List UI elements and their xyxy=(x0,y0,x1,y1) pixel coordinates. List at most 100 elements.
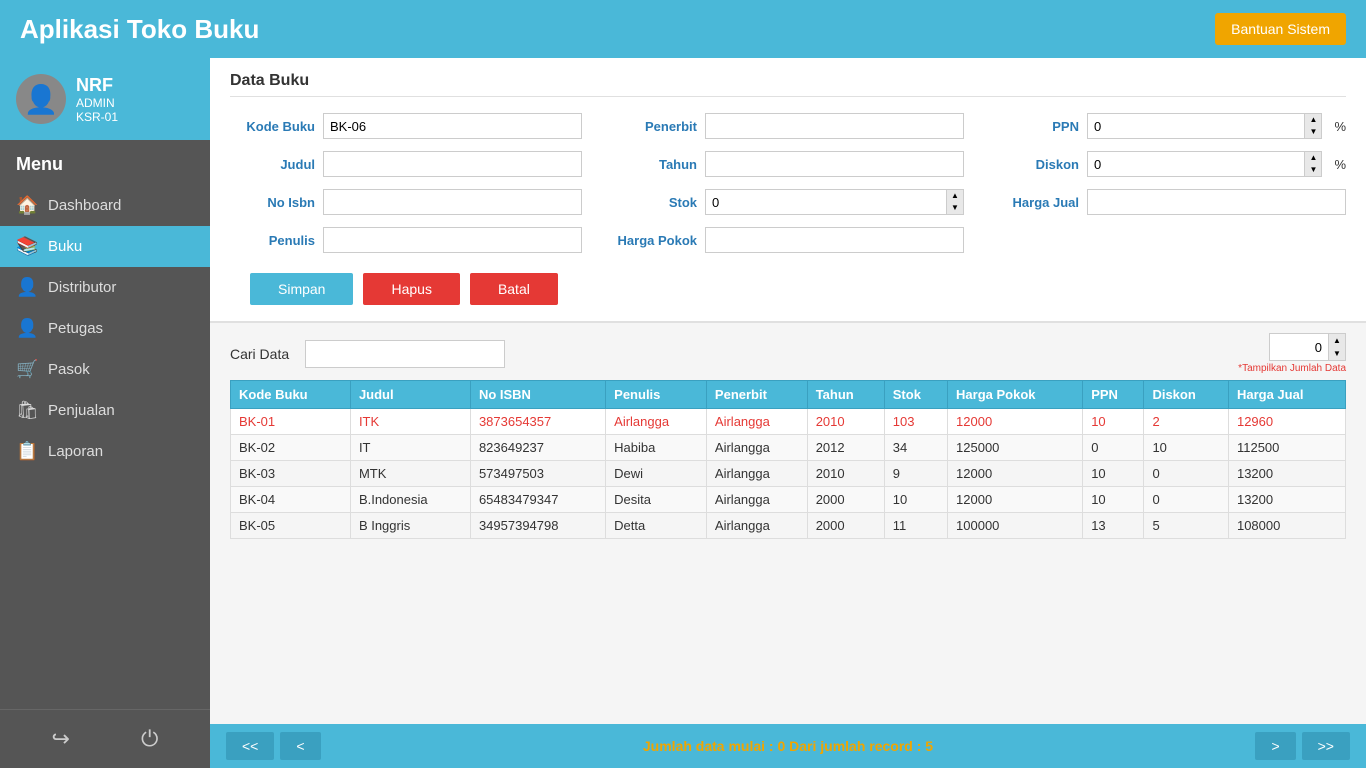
sidebar-item-dashboard[interactable]: 🏠 Dashboard xyxy=(0,185,210,226)
stok-up-btn[interactable]: ▲ xyxy=(947,190,963,202)
penerbit-row: Penerbit xyxy=(612,113,964,139)
search-label: Cari Data xyxy=(230,346,289,362)
diskon-up-btn[interactable]: ▲ xyxy=(1305,152,1321,164)
panel-title: Data Buku xyxy=(230,72,1346,97)
first-page-button[interactable]: << xyxy=(226,732,274,760)
last-page-button[interactable]: >> xyxy=(1302,732,1350,760)
ppn-input[interactable] xyxy=(1087,113,1305,139)
show-count-down-btn[interactable]: ▼ xyxy=(1329,347,1345,360)
sidebar-item-petugas[interactable]: 👤 Petugas xyxy=(0,308,210,349)
sidebar: 👤 NRF ADMIN KSR-01 Menu 🏠 Dashboard 📚 Bu… xyxy=(0,58,210,768)
diskon-unit: % xyxy=(1334,157,1346,172)
logout-icon[interactable]: ↪ xyxy=(52,726,70,752)
tahun-input[interactable] xyxy=(705,151,964,177)
sidebar-item-laporan[interactable]: 📋 Laporan xyxy=(0,431,210,472)
content-area: Data Buku Kode Buku Judul No Isbn xyxy=(210,58,1366,768)
judul-input[interactable] xyxy=(323,151,582,177)
user-name: NRF xyxy=(76,75,118,96)
harga-pokok-input[interactable] xyxy=(705,227,964,253)
harga-pokok-label: Harga Pokok xyxy=(612,233,697,248)
no-isbn-input[interactable] xyxy=(323,189,582,215)
sidebar-item-label-penjualan: Penjualan xyxy=(48,402,115,419)
data-buku-panel: Data Buku Kode Buku Judul No Isbn xyxy=(210,58,1366,323)
diskon-spinner: ▲ ▼ xyxy=(1087,151,1322,177)
sidebar-item-pasok[interactable]: 🛒 Pasok xyxy=(0,349,210,390)
ppn-spinner-btns: ▲ ▼ xyxy=(1305,113,1322,139)
search-input[interactable] xyxy=(305,340,505,368)
pagination-bar: << < Jumlah data mulai : 0 Dari jumlah r… xyxy=(210,724,1366,768)
harga-jual-row: Harga Jual xyxy=(994,189,1346,215)
harga-jual-label: Harga Jual xyxy=(994,195,1079,210)
table-header: Kode Buku Judul No ISBN Penulis Penerbit… xyxy=(231,381,1346,409)
penerbit-input[interactable] xyxy=(705,113,964,139)
pasok-icon: 🛒 xyxy=(16,359,38,380)
ppn-up-btn[interactable]: ▲ xyxy=(1305,114,1321,126)
kode-buku-input[interactable] xyxy=(323,113,582,139)
batal-button[interactable]: Batal xyxy=(470,273,558,305)
ppn-spinner: ▲ ▼ xyxy=(1087,113,1322,139)
col-penulis: Penulis xyxy=(606,381,707,409)
sidebar-item-label-buku: Buku xyxy=(48,238,82,255)
header: Aplikasi Toko Buku Bantuan Sistem xyxy=(0,0,1366,58)
button-row: Simpan Hapus Batal xyxy=(230,273,1346,305)
table-body: BK-01ITK3873654357AirlanggaAirlangga2010… xyxy=(231,409,1346,539)
col-no-isbn: No ISBN xyxy=(470,381,605,409)
col-kode-buku: Kode Buku xyxy=(231,381,351,409)
col-judul: Judul xyxy=(350,381,470,409)
sidebar-item-label-petugas: Petugas xyxy=(48,320,103,337)
sidebar-item-label-laporan: Laporan xyxy=(48,443,103,460)
table-section: Cari Data ▲ ▼ *Tampilkan Jumlah Data xyxy=(210,323,1366,724)
col-ppn: PPN xyxy=(1083,381,1144,409)
search-row: Cari Data ▲ ▼ *Tampilkan Jumlah Data xyxy=(230,333,1346,374)
tahun-label: Tahun xyxy=(612,157,697,172)
next-page-button[interactable]: > xyxy=(1255,732,1295,760)
col-harga-pokok: Harga Pokok xyxy=(948,381,1083,409)
harga-pokok-row: Harga Pokok xyxy=(612,227,964,253)
show-count-up-btn[interactable]: ▲ xyxy=(1329,334,1345,347)
power-icon[interactable]: ⏻ xyxy=(141,726,158,752)
sidebar-bottom: ↪ ⏻ xyxy=(0,709,210,768)
simpan-button[interactable]: Simpan xyxy=(250,273,353,305)
harga-jual-input[interactable] xyxy=(1087,189,1346,215)
kode-buku-row: Kode Buku xyxy=(230,113,582,139)
pagination-info: Jumlah data mulai : 0 Dari jumlah record… xyxy=(643,738,933,754)
table-row[interactable]: BK-01ITK3873654357AirlanggaAirlangga2010… xyxy=(231,409,1346,435)
sidebar-item-penjualan[interactable]: 🛍 Penjualan xyxy=(0,390,210,431)
penerbit-label: Penerbit xyxy=(612,119,697,134)
diskon-row: Diskon ▲ ▼ % xyxy=(994,151,1346,177)
prev-page-button[interactable]: < xyxy=(280,732,320,760)
avatar-icon: 👤 xyxy=(24,83,59,116)
kode-buku-label: Kode Buku xyxy=(230,119,315,134)
help-button[interactable]: Bantuan Sistem xyxy=(1215,13,1346,45)
sidebar-item-distributor[interactable]: 👤 Distributor xyxy=(0,267,210,308)
app-title: Aplikasi Toko Buku xyxy=(20,14,259,45)
user-id: KSR-01 xyxy=(76,110,118,124)
diskon-label: Diskon xyxy=(994,157,1079,172)
ppn-row: PPN ▲ ▼ % xyxy=(994,113,1346,139)
distributor-icon: 👤 xyxy=(16,277,38,298)
stok-down-btn[interactable]: ▼ xyxy=(947,202,963,214)
show-count-note: *Tampilkan Jumlah Data xyxy=(1238,363,1346,374)
table-row[interactable]: BK-05B Inggris34957394798DettaAirlangga2… xyxy=(231,513,1346,539)
diskon-down-btn[interactable]: ▼ xyxy=(1305,164,1321,176)
tahun-row: Tahun xyxy=(612,151,964,177)
stok-input[interactable] xyxy=(705,189,947,215)
sidebar-item-label-distributor: Distributor xyxy=(48,279,116,296)
menu-header: Menu xyxy=(0,140,210,185)
laporan-icon: 📋 xyxy=(16,441,38,462)
show-count-spinner-btns: ▲ ▼ xyxy=(1329,333,1346,361)
avatar: 👤 xyxy=(16,74,66,124)
table-row[interactable]: BK-02IT823649237HabibaAirlangga201234125… xyxy=(231,435,1346,461)
diskon-input[interactable] xyxy=(1087,151,1305,177)
hapus-button[interactable]: Hapus xyxy=(363,273,459,305)
ppn-down-btn[interactable]: ▼ xyxy=(1305,126,1321,138)
table-row[interactable]: BK-04B.Indonesia65483479347DesitaAirlang… xyxy=(231,487,1346,513)
penulis-row: Penulis xyxy=(230,227,582,253)
sidebar-item-buku[interactable]: 📚 Buku xyxy=(0,226,210,267)
user-info: NRF ADMIN KSR-01 xyxy=(76,75,118,124)
col-diskon: Diskon xyxy=(1144,381,1229,409)
table-row[interactable]: BK-03MTK573497503DewiAirlangga2010912000… xyxy=(231,461,1346,487)
show-count-input[interactable] xyxy=(1269,333,1329,361)
penulis-input[interactable] xyxy=(323,227,582,253)
show-count-wrap: ▲ ▼ xyxy=(1269,333,1346,361)
